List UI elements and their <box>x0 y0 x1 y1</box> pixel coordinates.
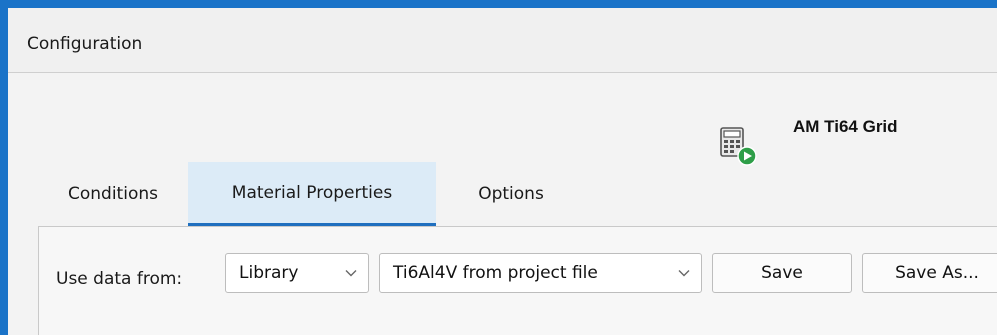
material-value: Ti6Al4V from project file <box>393 263 598 283</box>
data-source-value: Library <box>239 263 299 283</box>
chevron-down-icon <box>345 270 357 277</box>
configuration-body: AM Ti64 Grid Conditions Material Propert… <box>8 73 997 335</box>
tab-conditions[interactable]: Conditions <box>38 162 188 226</box>
use-data-from-label: Use data from: <box>56 269 183 289</box>
data-source-select[interactable]: Library <box>225 253 369 293</box>
chevron-down-icon <box>678 270 690 277</box>
calculator-run-icon <box>720 127 757 166</box>
save-button[interactable]: Save <box>712 253 852 293</box>
model-name: AM Ti64 Grid <box>793 117 898 136</box>
save-as-button[interactable]: Save As... <box>862 253 997 293</box>
window-title: Configuration <box>27 34 143 54</box>
configuration-window: Configuration AM Ti64 Grid Conditions Ma… <box>0 0 997 335</box>
material-properties-panel: Use data from: Library Ti6Al4V from proj… <box>38 226 997 335</box>
title-bar: Configuration <box>8 8 997 73</box>
tab-options[interactable]: Options <box>436 162 586 226</box>
material-select[interactable]: Ti6Al4V from project file <box>379 253 702 293</box>
tab-material-properties[interactable]: Material Properties <box>188 162 436 226</box>
